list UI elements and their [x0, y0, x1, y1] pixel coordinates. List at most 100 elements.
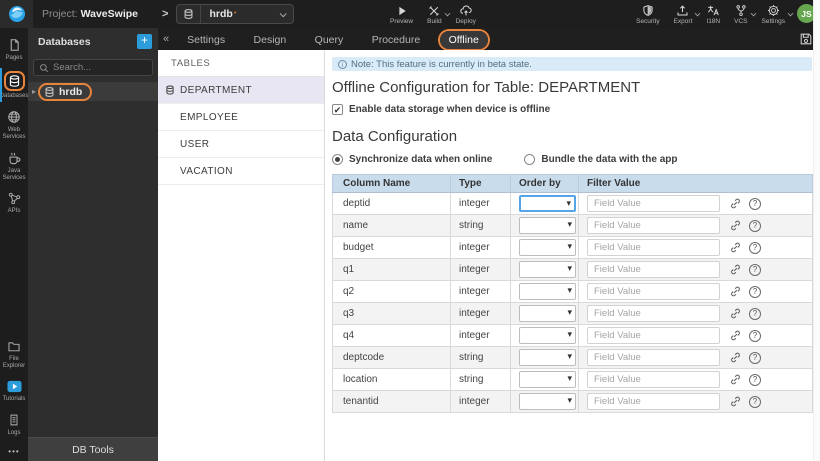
preview-button[interactable]: Preview — [383, 0, 420, 28]
link-icon[interactable] — [729, 241, 742, 254]
tab-offline[interactable]: Offline — [439, 31, 488, 49]
sidebar-item-java-services[interactable]: Java Services — [0, 145, 28, 186]
order-by-select[interactable] — [519, 283, 576, 300]
link-icon[interactable] — [729, 373, 742, 386]
database-search[interactable] — [33, 59, 153, 76]
sidebar-item-pages[interactable]: Pages — [0, 32, 28, 66]
filter-value-input[interactable] — [587, 349, 720, 366]
scrollbar-track[interactable] — [813, 0, 820, 461]
column-header-type: Type — [450, 174, 511, 193]
action-label: VCS — [734, 17, 748, 25]
column-name-cell: q3 — [332, 302, 451, 325]
table-list-item-vacation[interactable]: VACATION — [158, 158, 324, 185]
expand-caret-icon[interactable]: ▸ — [32, 87, 36, 96]
filter-value-input[interactable] — [587, 239, 720, 256]
order-by-select[interactable] — [519, 349, 576, 366]
column-name-cell: deptid — [332, 192, 451, 215]
enable-offline-checkbox[interactable]: ✔ — [332, 104, 343, 115]
action-label: Settings — [761, 17, 786, 25]
filter-value-input[interactable] — [587, 393, 720, 410]
tab-design[interactable]: Design — [245, 31, 296, 49]
vcs-button[interactable]: VCS — [727, 0, 756, 28]
filter-value-input[interactable] — [587, 195, 720, 212]
radio-button[interactable] — [524, 154, 536, 165]
filter-value-input[interactable] — [587, 261, 720, 278]
tab-query[interactable]: Query — [306, 31, 353, 49]
export-button[interactable]: Export — [667, 0, 701, 28]
sidebar-item-logs[interactable]: Logs — [0, 407, 28, 441]
order-by-select[interactable] — [519, 195, 576, 212]
table-list-item-user[interactable]: USER — [158, 131, 324, 158]
tab-procedure[interactable]: Procedure — [363, 31, 429, 49]
link-icon[interactable] — [729, 395, 742, 408]
link-icon[interactable] — [729, 219, 742, 232]
database-search-input[interactable] — [53, 62, 143, 73]
tab-settings[interactable]: Settings — [178, 31, 234, 49]
sidebar-item-file-explorer[interactable]: File Explorer — [0, 334, 28, 374]
sidebar-item-web-services[interactable]: Web Services — [0, 104, 28, 145]
offline-config-content: i Note: This feature is currently in bet… — [325, 50, 820, 461]
order-by-select[interactable] — [519, 217, 576, 234]
database-tree-item-hrdb[interactable]: ▸ hrdb — [28, 82, 158, 101]
help-icon[interactable]: ? — [749, 395, 761, 408]
i18n-button[interactable]: I18N — [699, 0, 727, 28]
help-icon[interactable]: ? — [749, 285, 761, 298]
sidebar-item-tutorials[interactable]: Tutorials — [0, 374, 28, 407]
radio-label[interactable]: Synchronize data when online — [349, 154, 492, 165]
order-by-select[interactable] — [519, 327, 576, 344]
help-icon[interactable]: ? — [749, 373, 761, 386]
db-tools-button[interactable]: DB Tools — [28, 437, 158, 461]
link-icon[interactable] — [729, 285, 742, 298]
build-button[interactable]: Build — [420, 0, 450, 28]
add-database-button[interactable]: + — [137, 34, 152, 49]
more-options-button[interactable]: ••• — [0, 441, 28, 461]
filter-value-input[interactable] — [587, 371, 720, 388]
order-by-select[interactable] — [519, 305, 576, 322]
help-icon[interactable]: ? — [749, 197, 761, 210]
deploy-button[interactable]: Deploy — [449, 0, 483, 28]
help-icon[interactable]: ? — [749, 329, 761, 342]
database-selector[interactable]: hrdb * — [176, 4, 295, 24]
database-icon — [177, 5, 202, 23]
enable-offline-label[interactable]: Enable data storage when device is offli… — [349, 104, 550, 115]
beta-note-text: Note: This feature is currently in beta … — [351, 58, 532, 70]
filter-value-input[interactable] — [587, 305, 720, 322]
radio-label[interactable]: Bundle the data with the app — [541, 154, 677, 165]
topbar-left-actions: Preview Build Deploy — [383, 0, 483, 28]
table-list-item-department[interactable]: DEPARTMENT — [158, 77, 324, 104]
help-icon[interactable]: ? — [749, 307, 761, 320]
tutorials-icon — [6, 380, 22, 393]
help-icon[interactable]: ? — [749, 351, 761, 364]
column-type-cell: integer — [450, 192, 511, 215]
table-icon — [165, 84, 175, 96]
sidebar-item-databases[interactable]: Databases — [0, 66, 28, 104]
link-icon[interactable] — [729, 307, 742, 320]
databases-panel: Databases + ▸ hrdb DB Tools — [28, 28, 158, 461]
column-config-row: tenantid integer ? — [332, 390, 813, 413]
order-by-select[interactable] — [519, 261, 576, 278]
save-button[interactable] — [799, 32, 813, 46]
order-by-select[interactable] — [519, 239, 576, 256]
filter-value-input[interactable] — [587, 283, 720, 300]
filter-value-input[interactable] — [587, 217, 720, 234]
table-list-item-employee[interactable]: EMPLOYEE — [158, 104, 324, 131]
help-icon[interactable]: ? — [749, 241, 761, 254]
columns-config-table: Column Name Type Order by Filter Value dept… — [332, 174, 813, 413]
sidebar-item-apis[interactable]: APIs — [0, 186, 28, 219]
radio-button[interactable] — [332, 154, 343, 165]
collapse-panel-button[interactable]: « — [158, 33, 175, 45]
link-icon[interactable] — [729, 197, 742, 210]
help-icon[interactable]: ? — [749, 263, 761, 276]
deploy-icon — [459, 4, 473, 17]
settings-button[interactable]: Settings — [755, 0, 794, 28]
app-logo[interactable] — [0, 0, 33, 28]
security-button[interactable]: Security — [629, 0, 666, 28]
link-icon[interactable] — [729, 329, 742, 342]
link-icon[interactable] — [729, 263, 742, 276]
order-by-select[interactable] — [519, 393, 576, 410]
filter-value-input[interactable] — [587, 327, 720, 344]
order-by-select[interactable] — [519, 371, 576, 388]
link-icon[interactable] — [729, 351, 742, 364]
column-type-cell: integer — [450, 280, 511, 303]
help-icon[interactable]: ? — [749, 219, 761, 232]
